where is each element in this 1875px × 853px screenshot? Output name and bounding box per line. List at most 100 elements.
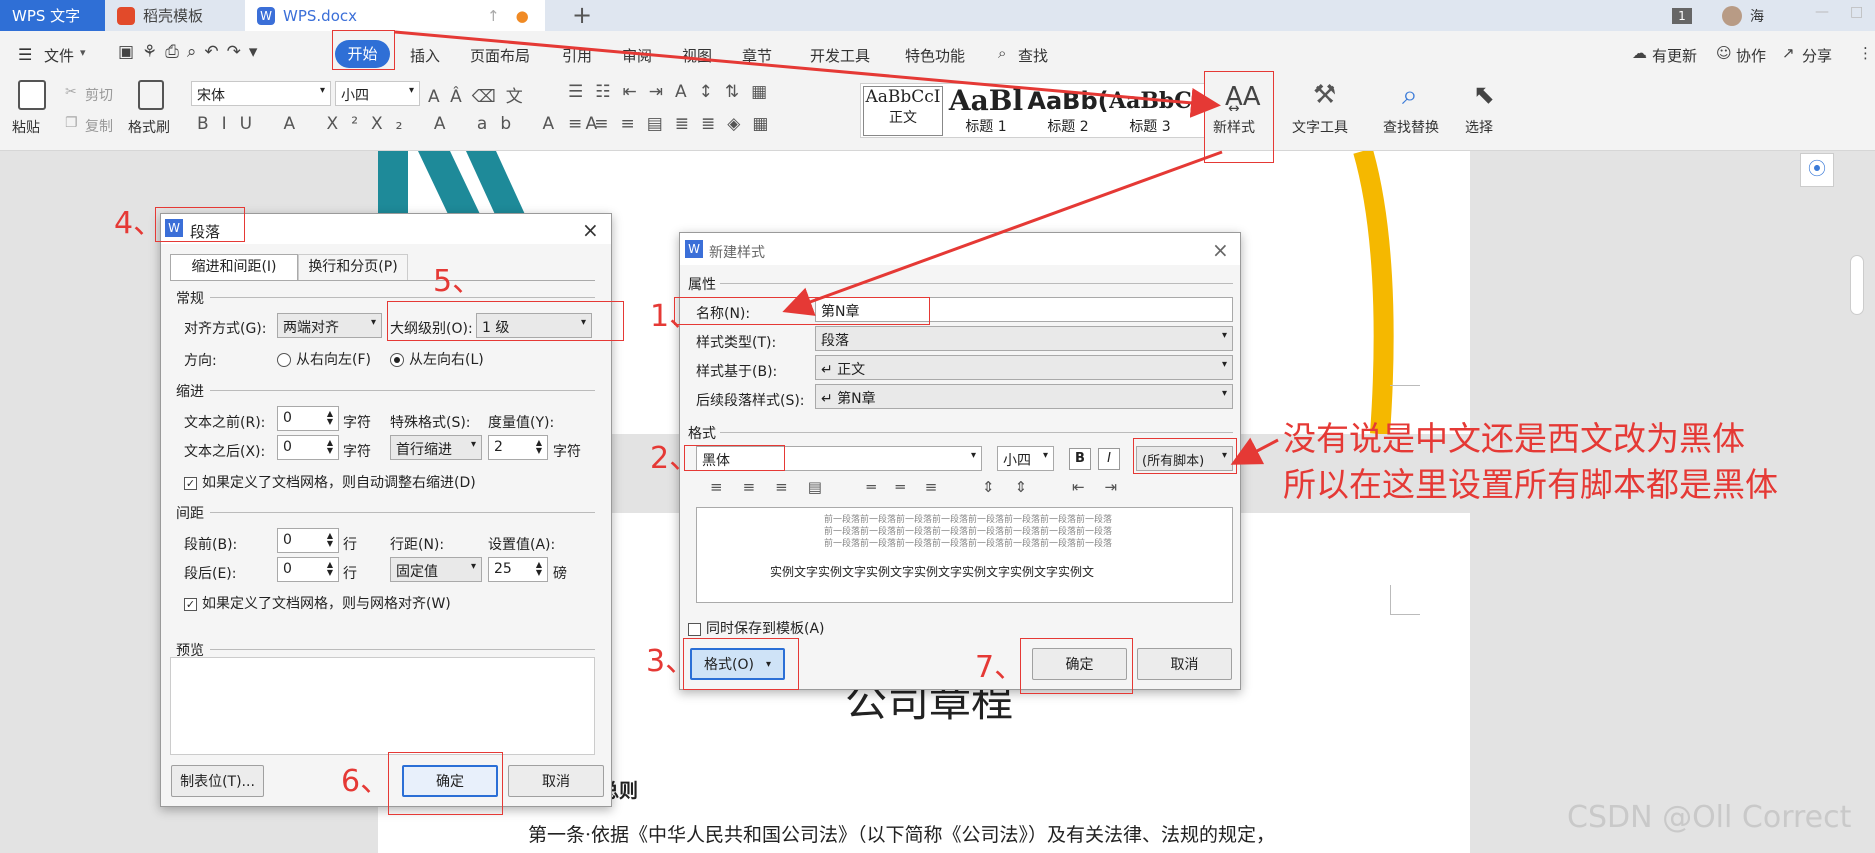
unit-lines[interactable]: 行 xyxy=(343,563,357,583)
italic-icon[interactable]: I xyxy=(1098,448,1120,470)
menu-search[interactable]: 查找 xyxy=(1018,45,1048,66)
scrollbar-thumb[interactable] xyxy=(1850,255,1864,315)
copy-icon: ❐ xyxy=(65,115,78,131)
before-text-spinner[interactable]: 0 ▲ ▼ xyxy=(277,406,339,431)
menu-page-layout[interactable]: 页面布局 xyxy=(470,45,530,66)
menu-update[interactable]: 有更新 xyxy=(1652,45,1697,66)
menu-developer[interactable]: 开发工具 xyxy=(810,45,870,66)
format-painter-icon[interactable] xyxy=(138,80,164,110)
style-heading-3[interactable]: AaBbC 标题 3 xyxy=(1109,86,1191,136)
checkbox[interactable] xyxy=(688,622,701,636)
after-text-spinner[interactable]: 0 ▲ ▼ xyxy=(277,435,339,460)
window-count-badge[interactable]: 1 xyxy=(1672,8,1692,24)
next-style-select[interactable]: ↵ 第N章 ▾ xyxy=(815,384,1233,409)
search-icon[interactable]: ⌕ xyxy=(998,44,1006,62)
find-replace-label[interactable]: 查找替换 xyxy=(1383,117,1439,137)
annotation-step-1: 1、 xyxy=(650,299,700,334)
checkbox-auto-indent[interactable]: ✓ 如果定义了文档网格，则自动调整右缩进(D) xyxy=(184,472,476,492)
size-select[interactable]: 小四 ▾ xyxy=(997,446,1054,471)
find-replace-icon[interactable]: ⌕ xyxy=(1402,78,1418,112)
menu-insert[interactable]: 插入 xyxy=(410,45,440,66)
align-icons[interactable]: ≡≡≡▤≣≣◈▦ xyxy=(568,114,780,134)
checkbox[interactable]: ✓ xyxy=(184,476,197,490)
minimize-icon[interactable]: — xyxy=(1815,4,1829,20)
paste-icon[interactable] xyxy=(18,80,46,110)
setting-spinner[interactable]: 25 ▲ ▼ xyxy=(488,557,548,582)
unit-points[interactable]: 磅 xyxy=(553,563,567,583)
chevron-down-icon[interactable]: ▾ xyxy=(80,46,86,59)
radio-label: 从右向左(F) xyxy=(296,352,371,368)
document-paragraph[interactable]: 第一条·依据《中华人民共和国公司法》（以下简称《公司法》）及有关法律、法规的规定… xyxy=(528,820,1275,847)
copy-label[interactable]: 复制 xyxy=(85,116,113,136)
paste-label[interactable]: 粘贴 xyxy=(12,117,40,137)
more-icon[interactable]: ⋮ xyxy=(1858,44,1873,62)
align-select[interactable]: 两端对齐 ▾ xyxy=(277,313,382,338)
close-icon[interactable]: × xyxy=(1212,238,1229,262)
spinner-value: 0 xyxy=(283,532,292,548)
style-heading-2[interactable]: AaBb(标题 2 xyxy=(1027,86,1109,136)
font-grow-shrink-icons[interactable]: AÂ⌫文 xyxy=(428,82,533,107)
upload-icon[interactable]: ↑ xyxy=(487,7,500,25)
text-tools-label[interactable]: 文字工具 xyxy=(1292,117,1348,137)
style-sample: AaBb( xyxy=(1027,87,1109,115)
checkbox[interactable]: ✓ xyxy=(184,597,197,611)
font-size-select[interactable]: 小四 ▾ xyxy=(335,81,420,106)
style-heading-1[interactable]: AaBl 标题 1 xyxy=(945,86,1027,136)
cut-icon: ✂ xyxy=(65,84,77,100)
menu-file[interactable]: 文件 xyxy=(44,45,74,66)
checkbox-save-template[interactable]: 同时保存到模板(A) xyxy=(688,618,825,638)
unit-chars[interactable]: 字符 xyxy=(343,441,371,461)
list-icons[interactable]: ☰☷⇤⇥A↕⇅▦ xyxy=(568,82,779,102)
line-spacing-select[interactable]: 固定值 ▾ xyxy=(390,557,482,582)
cancel-button[interactable]: 取消 xyxy=(1137,648,1232,680)
hamburger-icon[interactable]: ☰ xyxy=(18,45,32,64)
new-tab-icon[interactable]: + xyxy=(572,1,592,29)
menu-features[interactable]: 特色功能 xyxy=(905,45,965,66)
location-pin-icon[interactable]: ⦿ xyxy=(1800,153,1834,187)
bold-icon[interactable]: B xyxy=(1069,448,1091,470)
annotation-step-3: 3、 xyxy=(646,644,696,679)
unit-chars[interactable]: 字符 xyxy=(553,441,581,461)
paragraph-align-icons[interactable]: ≡≡≡▤ ══≡ ⇕⇕ ⇤⇥ xyxy=(710,478,1137,496)
menu-chapter[interactable]: 章节 xyxy=(742,45,772,66)
after-spacing-spinner[interactable]: 0 ▲ ▼ xyxy=(277,557,339,582)
annotation-box-font xyxy=(684,445,785,471)
menu-references[interactable]: 引用 xyxy=(562,45,592,66)
font-select[interactable]: 宋体 ▾ xyxy=(191,81,331,106)
wrench-icon[interactable]: ⚒ xyxy=(1313,80,1336,110)
unit-lines[interactable]: 行 xyxy=(343,534,357,554)
maximize-icon[interactable]: □ xyxy=(1850,4,1863,20)
annotation-note-2: 所以在这里设置所有脚本都是黑体 xyxy=(1283,465,1778,504)
checkbox-grid-align[interactable]: ✓ 如果定义了文档网格，则与网格对齐(W) xyxy=(184,593,451,613)
avatar[interactable] xyxy=(1722,6,1742,26)
cut-label[interactable]: 剪切 xyxy=(85,85,113,105)
measure-spinner[interactable]: 2 ▲ ▼ xyxy=(488,435,548,460)
format-painter-label[interactable]: 格式刷 xyxy=(128,117,170,137)
tab-document[interactable]: W WPS.docx ↑ ● xyxy=(245,0,545,31)
tab-indent-spacing[interactable]: 缩进和间距(I) xyxy=(170,254,298,280)
tab-docer-templates[interactable]: 稻壳模板 xyxy=(105,0,245,31)
based-on-select[interactable]: ↵ 正文 ▾ xyxy=(815,355,1233,380)
radio-ltr[interactable]: 从左向右(L) xyxy=(390,349,484,369)
menu-review[interactable]: 审阅 xyxy=(622,45,652,66)
font-format-icons[interactable]: BIU A X²X₂ A ab A A xyxy=(197,114,610,134)
tab-wps-writer[interactable]: WPS 文字 xyxy=(0,0,105,31)
menu-share[interactable]: 分享 xyxy=(1802,45,1832,66)
special-format-select[interactable]: 首行缩进 ▾ xyxy=(390,435,482,460)
menu-collab[interactable]: 协作 xyxy=(1736,45,1766,66)
unit-chars[interactable]: 字符 xyxy=(343,412,371,432)
radio-rtl[interactable]: 从右向左(F) xyxy=(277,349,371,369)
before-spacing-spinner[interactable]: 0 ▲ ▼ xyxy=(277,528,339,553)
tab-line-page-breaks[interactable]: 换行和分页(P) xyxy=(298,254,408,280)
radio-button[interactable] xyxy=(277,353,291,367)
radio-button[interactable] xyxy=(390,353,404,367)
select-cursor-icon[interactable]: ⬉ xyxy=(1473,80,1495,110)
select-label[interactable]: 选择 xyxy=(1465,117,1493,137)
style-type-select[interactable]: 段落 ▾ xyxy=(815,326,1233,351)
cancel-button[interactable]: 取消 xyxy=(508,765,604,797)
menu-view[interactable]: 视图 xyxy=(682,45,712,66)
quick-access-icons[interactable]: ▣⚘⎙⌕↶↷▾ xyxy=(118,42,265,62)
tabs-button[interactable]: 制表位(T)... xyxy=(171,765,264,797)
close-icon[interactable]: × xyxy=(582,218,599,242)
style-normal[interactable]: AaBbCcI 正文 xyxy=(863,86,943,136)
